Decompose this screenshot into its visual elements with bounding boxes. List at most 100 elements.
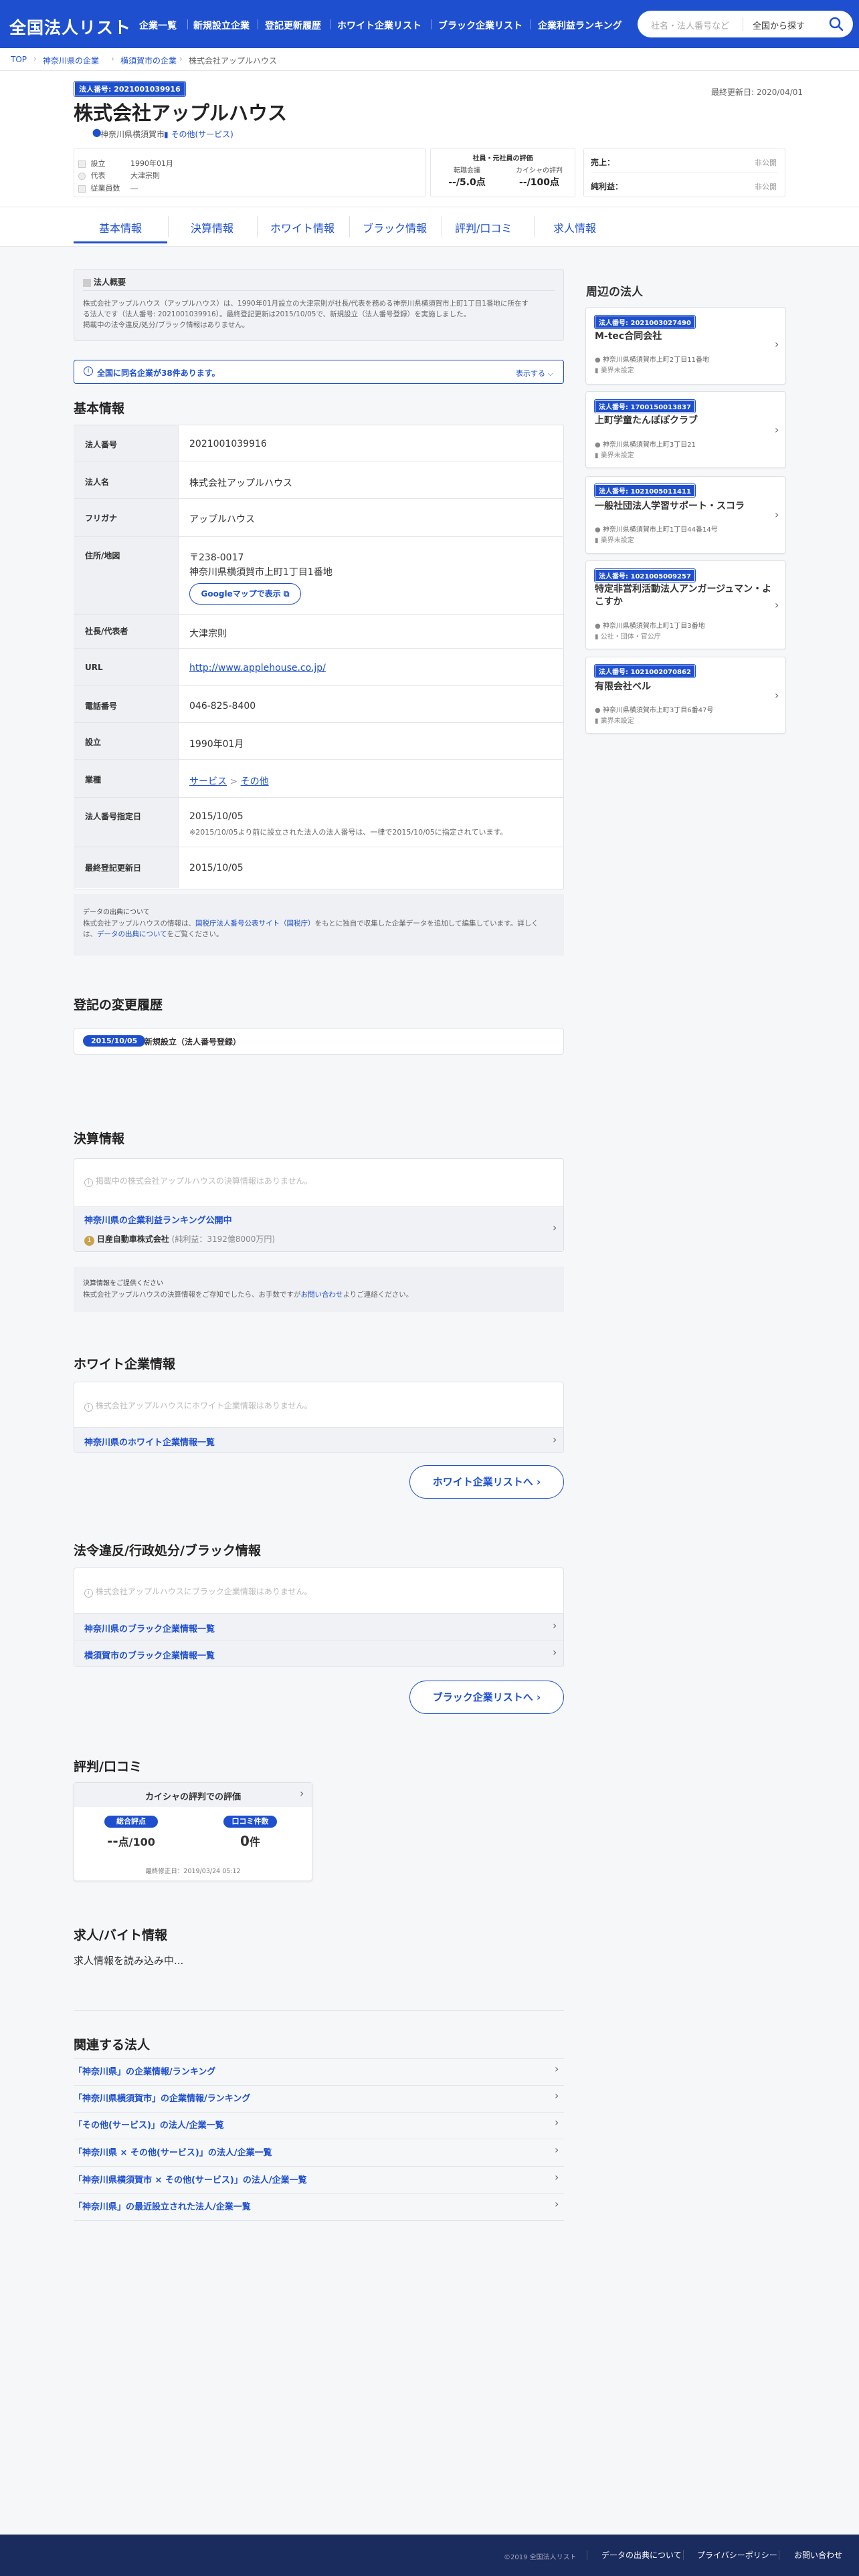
related-link-3[interactable]: 「その他(サービス)」の法人/企業一覧 xyxy=(74,2118,224,2131)
related-link-1[interactable]: 「神奈川県」の企業情報/ランキング xyxy=(74,2064,215,2077)
finance-empty: i 掲載中の株式会社アップルハウスの決算情報はありません。 xyxy=(84,1175,312,1187)
site-footer: ©2019 全国法人リスト データの出典について プライバシーポリシー お問い合… xyxy=(0,2535,859,2576)
score-label: 総合評点 xyxy=(104,1816,158,1828)
pin-icon: ⬤ xyxy=(92,128,102,137)
count-label: 口コミ件数 xyxy=(223,1816,277,1828)
list-divider xyxy=(74,2193,564,2194)
established-label: 設立 xyxy=(85,738,102,747)
company-name-value: 株式会社アップルハウス xyxy=(189,478,292,489)
finance-request-text: 株式会社アップルハウスの決算情報をご存知でしたら、お手数ですがお問い合わせよりご… xyxy=(83,1291,413,1299)
contact-link[interactable]: お問い合わせ xyxy=(301,1291,343,1299)
nav-registry-updates[interactable]: 登記更新履歴 xyxy=(265,19,321,32)
nav-new-companies[interactable]: 新規設立企業 xyxy=(193,19,250,32)
rep-label: 社長/代表者 xyxy=(85,627,128,636)
search-icon[interactable] xyxy=(826,15,846,33)
list-divider xyxy=(74,2112,564,2113)
related-link-2[interactable]: 「神奈川県横須賀市」の企業情報/ランキング xyxy=(74,2091,250,2104)
chevron-right-icon: › xyxy=(775,599,779,611)
building-icon: ▮ xyxy=(595,633,599,641)
nav-profit-ranking[interactable]: 企業利益ランキング xyxy=(538,19,622,32)
info-icon: i xyxy=(84,1589,93,1598)
footer-link-contact[interactable]: お問い合わせ xyxy=(794,2549,842,2561)
data-source-link[interactable]: データの出典について xyxy=(97,930,167,938)
nav-divider xyxy=(431,19,432,29)
white-list-button[interactable]: ホワイト企業リストへ › xyxy=(409,1465,564,1499)
ranking-top-company: 1 日産自動車株式会社 (純利益：3192億8000万円) xyxy=(84,1233,275,1246)
footer-link-source[interactable]: データの出典について xyxy=(601,2549,682,2561)
breadcrumb-current: 株式会社アップルハウス xyxy=(189,56,278,66)
corp-number-badge: 法人番号: 2021003027490 xyxy=(594,315,696,329)
corp-number-badge: 法人番号: 2021001039916 xyxy=(74,81,186,97)
nearby-category: ▮ 業界未設定 xyxy=(595,452,634,459)
site-logo[interactable]: 全国法人リスト xyxy=(9,15,131,39)
company-industry[interactable]: ▮ その他(サービス) xyxy=(164,128,233,140)
chevron-right-icon: › xyxy=(553,1433,557,1446)
url-label: URL xyxy=(85,663,103,672)
copyright: ©2019 全国法人リスト xyxy=(504,2554,577,2561)
tab-jobs[interactable]: 求人情報 xyxy=(553,219,596,235)
list-divider xyxy=(74,2085,564,2086)
registry-date-value: 2015/10/05 xyxy=(189,863,244,873)
table-row-divider xyxy=(74,759,564,760)
overview-title: 法人概要 xyxy=(83,276,126,288)
industry-link-other[interactable]: その他 xyxy=(241,776,269,787)
related-link-5[interactable]: 「神奈川県横須賀市 × その他(サービス)」の法人/企業一覧 xyxy=(74,2173,307,2185)
overview-text-1: 株式会社アップルハウス（アップルハウス）は、1990年01月設立の大津宗則が社長… xyxy=(83,300,529,308)
pin-icon: ● xyxy=(595,623,601,630)
tel-label: 電話番号 xyxy=(85,702,118,711)
nearby-address: ● 神奈川県横須賀市上町3丁目6番47号 xyxy=(595,707,714,714)
related-link-4[interactable]: 「神奈川県 × その他(サービス)」の法人/企業一覧 xyxy=(74,2145,272,2158)
search-input[interactable]: 社名・法人番号など xyxy=(651,19,729,31)
assign-date-note: ※2015/10/05より前に設立された法人の法人番号は、一律で2015/10/… xyxy=(189,828,508,837)
table-row-divider xyxy=(74,498,564,499)
nearby-address: ● 神奈川県横須賀市上町1丁目44番14号 xyxy=(595,526,718,534)
review-card-title: カイシャの評判での評価 xyxy=(145,1792,241,1802)
overview-text-3: 掲載中の法令違反/処分/ブラック情報はありません。 xyxy=(83,321,250,329)
nav-white-list[interactable]: ホワイト企業リスト xyxy=(337,19,421,32)
tab-finance[interactable]: 決算情報 xyxy=(191,219,233,235)
pin-icon: ● xyxy=(595,441,601,449)
breadcrumb-top[interactable]: TOP xyxy=(11,55,27,64)
nav-companies[interactable]: 企業一覧 xyxy=(139,19,177,32)
google-map-button[interactable]: Googleマップで表示 ⧉ xyxy=(189,583,301,605)
info-icon: i xyxy=(84,366,93,376)
breadcrumb-city[interactable]: 横須賀市の企業 xyxy=(120,55,177,66)
corp-number-badge: 法人番号: 1021002070862 xyxy=(594,664,696,678)
nearby-category: ▮ 業界未設定 xyxy=(595,537,634,544)
tab-review[interactable]: 評判/口コミ xyxy=(455,219,512,235)
show-more-link[interactable]: 表示する ⌵ xyxy=(516,368,553,379)
nearby-address: ● 神奈川県横須賀市上町3丁目21 xyxy=(595,441,696,449)
kana-value: アップルハウス xyxy=(189,514,255,525)
tab-white[interactable]: ホワイト情報 xyxy=(270,219,335,235)
table-row-divider xyxy=(74,536,564,537)
count-value: 0件 xyxy=(240,1833,260,1849)
nav-black-list[interactable]: ブラック企業リスト xyxy=(438,19,522,32)
footer-link-privacy[interactable]: プライバシーポリシー xyxy=(697,2549,777,2561)
tel-value: 046-825-8400 xyxy=(189,701,256,712)
industry-value: サービス > その他 xyxy=(189,776,269,787)
info-icon: i xyxy=(84,1403,93,1412)
related-heading: 関連する法人 xyxy=(74,2038,151,2052)
industry-link-service[interactable]: サービス xyxy=(189,776,227,787)
nearby-name: 上町学童たんぽぽクラブ xyxy=(595,415,698,426)
black-list-button[interactable]: ブラック企業リストへ › xyxy=(409,1681,564,1714)
search-scope-select[interactable]: 全国から探す xyxy=(753,19,805,31)
same-name-notice[interactable]: i 全国に同名企業が38件あります。 表示する ⌵ xyxy=(74,360,564,384)
company-url-link[interactable]: http://www.applehouse.co.jp/ xyxy=(189,663,326,673)
eval-b-label: カイシャの評判 xyxy=(516,167,563,175)
tab-basic[interactable]: 基本情報 xyxy=(99,219,142,235)
zip-value: 〒238-0017 xyxy=(189,552,244,563)
breadcrumb-prefecture[interactable]: 神奈川県の企業 xyxy=(43,55,99,66)
nta-site-link[interactable]: 国税庁法人番号公表サイト（国税庁） xyxy=(195,920,315,928)
sales-label: 売上： xyxy=(591,158,615,167)
tab-black[interactable]: ブラック情報 xyxy=(363,219,427,235)
tab-divider xyxy=(257,216,258,237)
building-icon: ▮ xyxy=(595,367,599,374)
nearby-category: ▮ 業界未設定 xyxy=(595,367,634,374)
tab-divider xyxy=(349,216,350,237)
related-link-6[interactable]: 「神奈川県」の最近設立された法人/企業一覧 xyxy=(74,2199,251,2212)
nearby-category: ▮ 業界未設定 xyxy=(595,718,634,725)
sales-value: 非公開 xyxy=(755,158,777,167)
address-label: 住所/地図 xyxy=(85,551,120,560)
corp-number-value: 2021001039916 xyxy=(189,439,267,449)
